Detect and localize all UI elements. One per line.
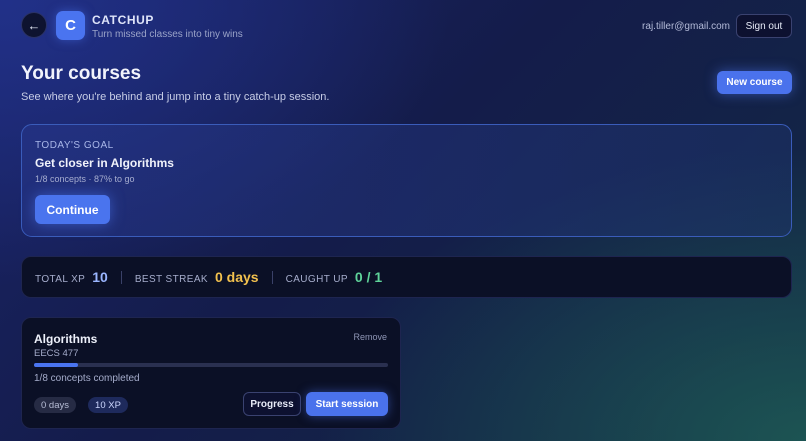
- course-card: Algorithms Remove EECS 477 1/8 concepts …: [21, 317, 401, 429]
- stat-value: 0 / 1: [354, 269, 383, 285]
- stat-label: CAUGHT UP: [285, 274, 348, 285]
- goal-title: Get closer in Algorithms: [35, 156, 174, 170]
- app-logo: C: [56, 11, 85, 40]
- page-title: Your courses: [21, 63, 142, 84]
- stat-best-streak: BEST STREAK 0 days: [135, 269, 259, 285]
- page-subtitle: See where you're behind and jump into a …: [21, 91, 330, 103]
- app-header: ← C CATCHUP Turn missed classes into tin…: [0, 0, 806, 52]
- new-course-button[interactable]: New course: [717, 71, 792, 94]
- stat-label: TOTAL XP: [35, 274, 86, 285]
- xp-badge: 10 XP: [88, 397, 128, 413]
- course-name: Algorithms: [34, 332, 98, 346]
- arrow-left-icon: ←: [27, 17, 41, 33]
- stats-bar: TOTAL XP 10 BEST STREAK 0 days CAUGHT UP…: [21, 256, 792, 298]
- stat-caught-up: CAUGHT UP 0 / 1: [286, 269, 383, 285]
- stat-value: 0 days: [214, 269, 259, 285]
- remove-course-link[interactable]: Remove: [353, 332, 387, 342]
- sign-out-button[interactable]: Sign out: [736, 14, 792, 38]
- streak-days-badge: 0 days: [34, 397, 76, 413]
- back-button[interactable]: ←: [21, 12, 47, 38]
- course-progress-bar: [34, 363, 388, 367]
- todays-goal-card: TODAY'S GOAL Get closer in Algorithms 1/…: [21, 124, 792, 237]
- stat-divider: [120, 270, 122, 284]
- stat-total-xp: TOTAL XP 10: [35, 269, 108, 285]
- start-session-button[interactable]: Start session: [306, 392, 388, 416]
- stat-divider: [271, 270, 273, 284]
- logo-letter: C: [65, 17, 76, 34]
- progress-button[interactable]: Progress: [243, 392, 301, 416]
- stat-label: BEST STREAK: [134, 274, 208, 285]
- course-progress-fill: [34, 363, 79, 367]
- goal-meta: 1/8 concepts · 87% to go: [35, 174, 135, 184]
- course-progress-text: 1/8 concepts completed: [34, 373, 140, 384]
- user-email: raj.tiller@gmail.com: [642, 21, 730, 32]
- continue-button[interactable]: Continue: [35, 195, 110, 224]
- course-code: EECS 477: [34, 348, 79, 359]
- brand-tagline: Turn missed classes into tiny wins: [92, 29, 243, 40]
- brand-name: CATCHUP: [92, 13, 154, 27]
- stat-value: 10: [92, 269, 108, 285]
- goal-label: TODAY'S GOAL: [35, 140, 114, 151]
